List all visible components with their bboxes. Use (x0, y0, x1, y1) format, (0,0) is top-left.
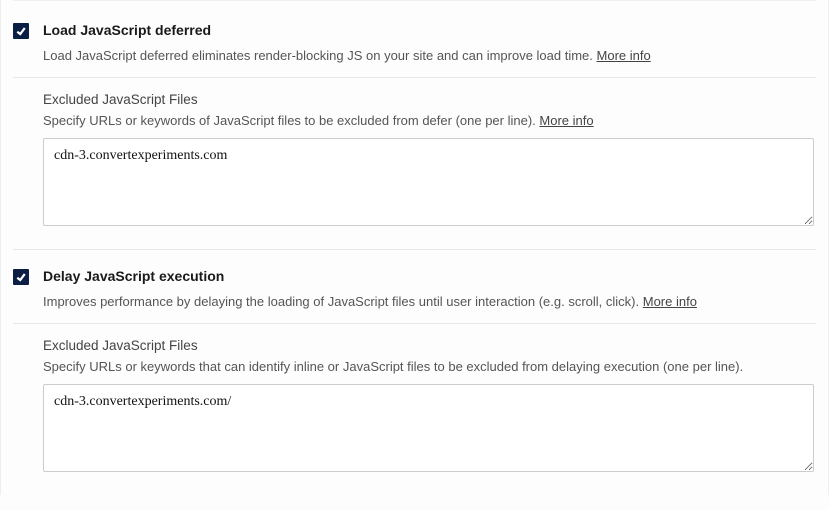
section-description: Load JavaScript deferred eliminates rend… (43, 46, 816, 67)
subsection-title: Excluded JavaScript Files (43, 338, 816, 353)
section-description-text: Load JavaScript deferred eliminates rend… (43, 48, 593, 63)
section-body: Load JavaScript deferred Load JavaScript… (43, 22, 816, 67)
more-info-link[interactable]: More info (597, 48, 651, 63)
subsection-description: Specify URLs or keywords that can identi… (43, 359, 816, 374)
check-icon (15, 271, 27, 283)
section-title: Load JavaScript deferred (43, 22, 816, 38)
excluded-files-delayed: Excluded JavaScript Files Specify URLs o… (43, 324, 816, 495)
section-title: Delay JavaScript execution (43, 268, 816, 284)
section-description-text: Improves performance by delaying the loa… (43, 294, 639, 309)
checkbox-wrap (13, 269, 31, 287)
section-load-js-deferred: Load JavaScript deferred Load JavaScript… (1, 4, 828, 77)
subsection-description: Specify URLs or keywords of JavaScript f… (43, 113, 816, 128)
subsection-title: Excluded JavaScript Files (43, 92, 816, 107)
section-description: Improves performance by delaying the loa… (43, 292, 816, 313)
excluded-files-textarea-delayed[interactable] (43, 384, 814, 472)
checkbox-wrap (13, 23, 31, 41)
load-js-deferred-checkbox[interactable] (13, 23, 29, 39)
check-icon (15, 25, 27, 37)
section-header: Load JavaScript deferred Load JavaScript… (13, 22, 816, 67)
excluded-files-deferred: Excluded JavaScript Files Specify URLs o… (43, 78, 816, 249)
section-delay-js-execution: Delay JavaScript execution Improves perf… (1, 250, 828, 323)
settings-panel: Load JavaScript deferred Load JavaScript… (0, 0, 829, 495)
subsection-description-text: Specify URLs or keywords that can identi… (43, 359, 743, 374)
section-header: Delay JavaScript execution Improves perf… (13, 268, 816, 313)
more-info-link[interactable]: More info (539, 113, 593, 128)
delay-js-execution-checkbox[interactable] (13, 269, 29, 285)
excluded-files-textarea-deferred[interactable] (43, 138, 814, 226)
section-body: Delay JavaScript execution Improves perf… (43, 268, 816, 313)
subsection-description-text: Specify URLs or keywords of JavaScript f… (43, 113, 536, 128)
more-info-link[interactable]: More info (643, 294, 697, 309)
